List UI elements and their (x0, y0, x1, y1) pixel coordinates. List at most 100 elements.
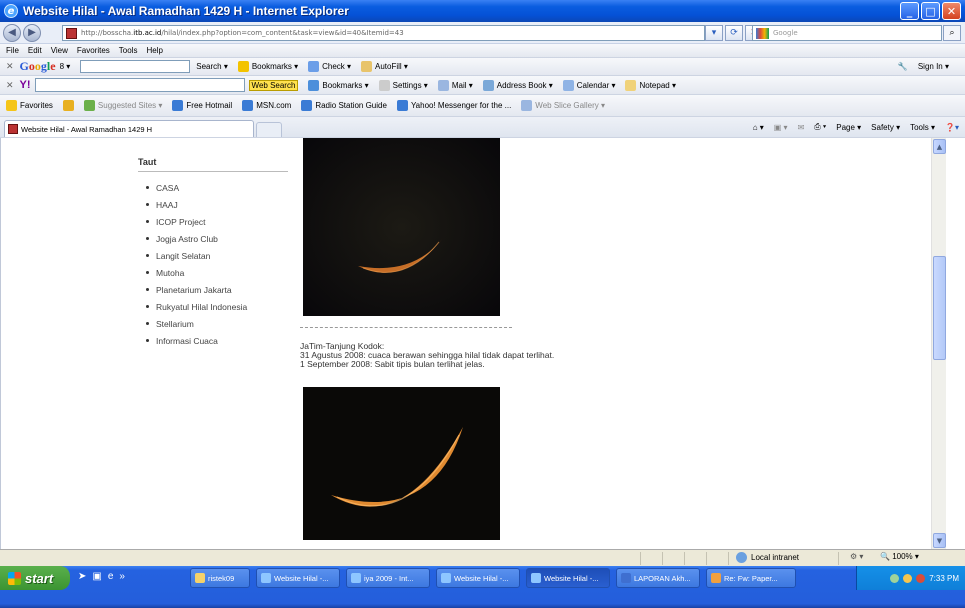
yahoo-web-search-button[interactable]: Web Search (248, 79, 299, 91)
fav-free-hotmail[interactable]: Free Hotmail (172, 100, 232, 111)
close-button[interactable]: ✕ (942, 2, 961, 20)
feeds-icon[interactable]: ▣ ▾ (774, 123, 788, 132)
menu-favorites[interactable]: Favorites (77, 46, 110, 55)
taskbar-button-re-fw-paper[interactable]: Re: Fw: Paper... (706, 568, 796, 588)
tools-menu[interactable]: Tools ▾ (910, 123, 935, 132)
scroll-up-icon[interactable]: ▲ (933, 139, 946, 154)
maximize-button[interactable]: □ (921, 2, 940, 20)
yahoo-search-input[interactable] (34, 78, 245, 92)
quick-launch-desktop-icon[interactable]: ▣ (92, 571, 101, 582)
google-sign-in-button[interactable]: Sign In ▾ (918, 62, 949, 71)
sidebar-link-icop-project[interactable]: ICOP Project (146, 213, 247, 230)
new-tab-button[interactable] (256, 121, 282, 137)
taskbar-button-ristek09[interactable]: ristek09 (190, 568, 250, 588)
yahoo-calendar-button[interactable]: Calendar ▾ (562, 79, 615, 91)
address-bar[interactable]: http://bosscha. itb.ac.id/hilal/index.php… (62, 25, 705, 41)
close-toolbar-icon[interactable]: ✕ (6, 61, 14, 72)
heading-divider (138, 171, 288, 172)
close-toolbar-icon[interactable]: ✕ (6, 80, 14, 91)
sidebar-link-haaj[interactable]: HAAJ (146, 196, 247, 213)
start-button[interactable]: start (0, 566, 70, 590)
add-favorite-icon[interactable] (62, 100, 74, 111)
url-path: /hilal/index.php?option=com_content&task… (161, 29, 404, 37)
sidebar-link-jogja-astro-club[interactable]: Jogja Astro Club (146, 230, 247, 247)
protected-mode-icon[interactable]: ⚙ ▾ (850, 552, 863, 561)
ie-page-icon (521, 100, 533, 111)
quick-launch-arrow-icon[interactable]: ➤ (78, 571, 86, 582)
safety-menu[interactable]: Safety ▾ (871, 123, 900, 132)
search-input[interactable]: Google (752, 25, 942, 41)
security-zone[interactable]: Local intranet (736, 552, 799, 563)
ie-page-icon (301, 100, 313, 111)
favorites-bar: Favorites Suggested Sites ▾ Free Hotmail… (0, 95, 965, 117)
print-icon[interactable]: ⎙ ▾ (814, 122, 826, 132)
taskbar-button-website-hilal-active[interactable]: Website Hilal -... (526, 568, 610, 588)
yahoo-bookmarks-button[interactable]: Bookmarks ▾ (308, 79, 369, 91)
tab-bar: Website Hilal - Awal Ramadhan 1429 H ⌂ ▾… (0, 117, 965, 138)
status-bar: Local intranet ⚙ ▾ 🔍 100% ▾ (0, 549, 965, 566)
menu-help[interactable]: Help (146, 46, 162, 55)
page-menu[interactable]: Page ▾ (836, 123, 861, 132)
fav-web-slice-gallery[interactable]: Web Slice Gallery ▾ (521, 100, 605, 111)
search-go-icon[interactable]: ⌕ (943, 25, 961, 41)
sidebar-link-list: CASA HAAJ ICOP Project Jogja Astro Club … (146, 179, 247, 349)
back-button[interactable]: ◀ (3, 23, 21, 42)
tab-website-hilal[interactable]: Website Hilal - Awal Ramadhan 1429 H (4, 120, 254, 137)
google-bookmarks-button[interactable]: Bookmarks ▾ (237, 61, 298, 72)
tray-security-icon[interactable] (916, 573, 926, 583)
refresh-icon[interactable]: ⟳ (725, 25, 743, 41)
crescent-moon-photo-2 (303, 387, 500, 540)
sidebar-link-planetarium-jakarta[interactable]: Planetarium Jakarta (146, 281, 247, 298)
clock[interactable]: 7:33 PM (929, 574, 959, 583)
yahoo-address-book-button[interactable]: Address Book ▾ (482, 79, 553, 91)
taskbar-button-iya-2009[interactable]: iya 2009 - Int... (346, 568, 430, 588)
sidebar-link-rukyatul-hilal[interactable]: Rukyatul Hilal Indonesia (146, 298, 247, 315)
tray-status-icon[interactable] (890, 573, 900, 583)
google-check-button[interactable]: Check ▾ (308, 61, 351, 72)
menu-tools[interactable]: Tools (119, 46, 138, 55)
favorites-star-icon (6, 100, 17, 111)
vertical-scrollbar[interactable]: ▲ ▼ (931, 138, 946, 549)
google-search-button[interactable]: Search ▾ (196, 62, 228, 71)
read-mail-icon[interactable]: ✉ (798, 123, 805, 132)
tray-network-icon[interactable] (903, 573, 913, 583)
sidebar-link-casa[interactable]: CASA (146, 179, 247, 196)
fav-msn[interactable]: MSN.com (242, 100, 291, 111)
window-title-bar[interactable]: e Website Hilal - Awal Ramadhan 1429 H -… (0, 0, 965, 22)
yahoo-notepad-button[interactable]: Notepad ▾ (625, 79, 676, 91)
scroll-down-icon[interactable]: ▼ (933, 533, 946, 548)
google-logo: Google (19, 59, 56, 73)
help-icon[interactable]: ❓▾ (945, 123, 959, 132)
home-icon[interactable]: ⌂ ▾ (753, 123, 764, 132)
site-favicon-icon (8, 124, 18, 134)
sidebar-link-langit-selatan[interactable]: Langit Selatan (146, 247, 247, 264)
menu-view[interactable]: View (51, 46, 68, 55)
wrench-icon[interactable]: 🔧 (898, 62, 908, 71)
menu-edit[interactable]: Edit (28, 46, 42, 55)
window-edge (946, 138, 965, 549)
taskbar-button-website-hilal-1[interactable]: Website Hilal -... (256, 568, 340, 588)
url-prefix: http://bosscha. (81, 29, 134, 37)
minimize-button[interactable]: _ (900, 2, 919, 20)
google-toolbar-search-input[interactable] (80, 60, 191, 73)
taskbar-button-laporan[interactable]: LAPORAN Akh... (616, 568, 700, 588)
sidebar-link-stellarium[interactable]: Stellarium (146, 315, 247, 332)
sidebar-link-informasi-cuaca[interactable]: Informasi Cuaca (146, 332, 247, 349)
zoom-level[interactable]: 🔍 100% ▾ (880, 552, 919, 561)
google-autofill-button[interactable]: AutoFill ▾ (361, 61, 408, 72)
favorites-button[interactable]: Favorites (6, 100, 53, 111)
yahoo-settings-button[interactable]: Settings ▾ (378, 79, 428, 91)
quick-launch-ie-icon[interactable]: e (108, 571, 114, 582)
fav-yahoo-messenger[interactable]: Yahoo! Messenger for the ... (396, 100, 511, 111)
quick-launch-more-icon[interactable]: » (119, 571, 125, 582)
fav-radio-station-guide[interactable]: Radio Station Guide (301, 100, 387, 111)
taskbar-button-website-hilal-2[interactable]: Website Hilal -... (436, 568, 520, 588)
yahoo-mail-button[interactable]: Mail ▾ (437, 79, 473, 91)
fav-suggested-sites[interactable]: Suggested Sites ▾ (83, 100, 162, 111)
sidebar-link-mutoha[interactable]: Mutoha (146, 264, 247, 281)
menu-file[interactable]: File (6, 46, 19, 55)
scroll-thumb[interactable] (933, 256, 946, 360)
address-dropdown-icon[interactable]: ▾ (705, 25, 723, 41)
forward-button[interactable]: ▶ (23, 23, 41, 42)
google-options-dropdown[interactable]: 8 ▾ (60, 62, 71, 71)
